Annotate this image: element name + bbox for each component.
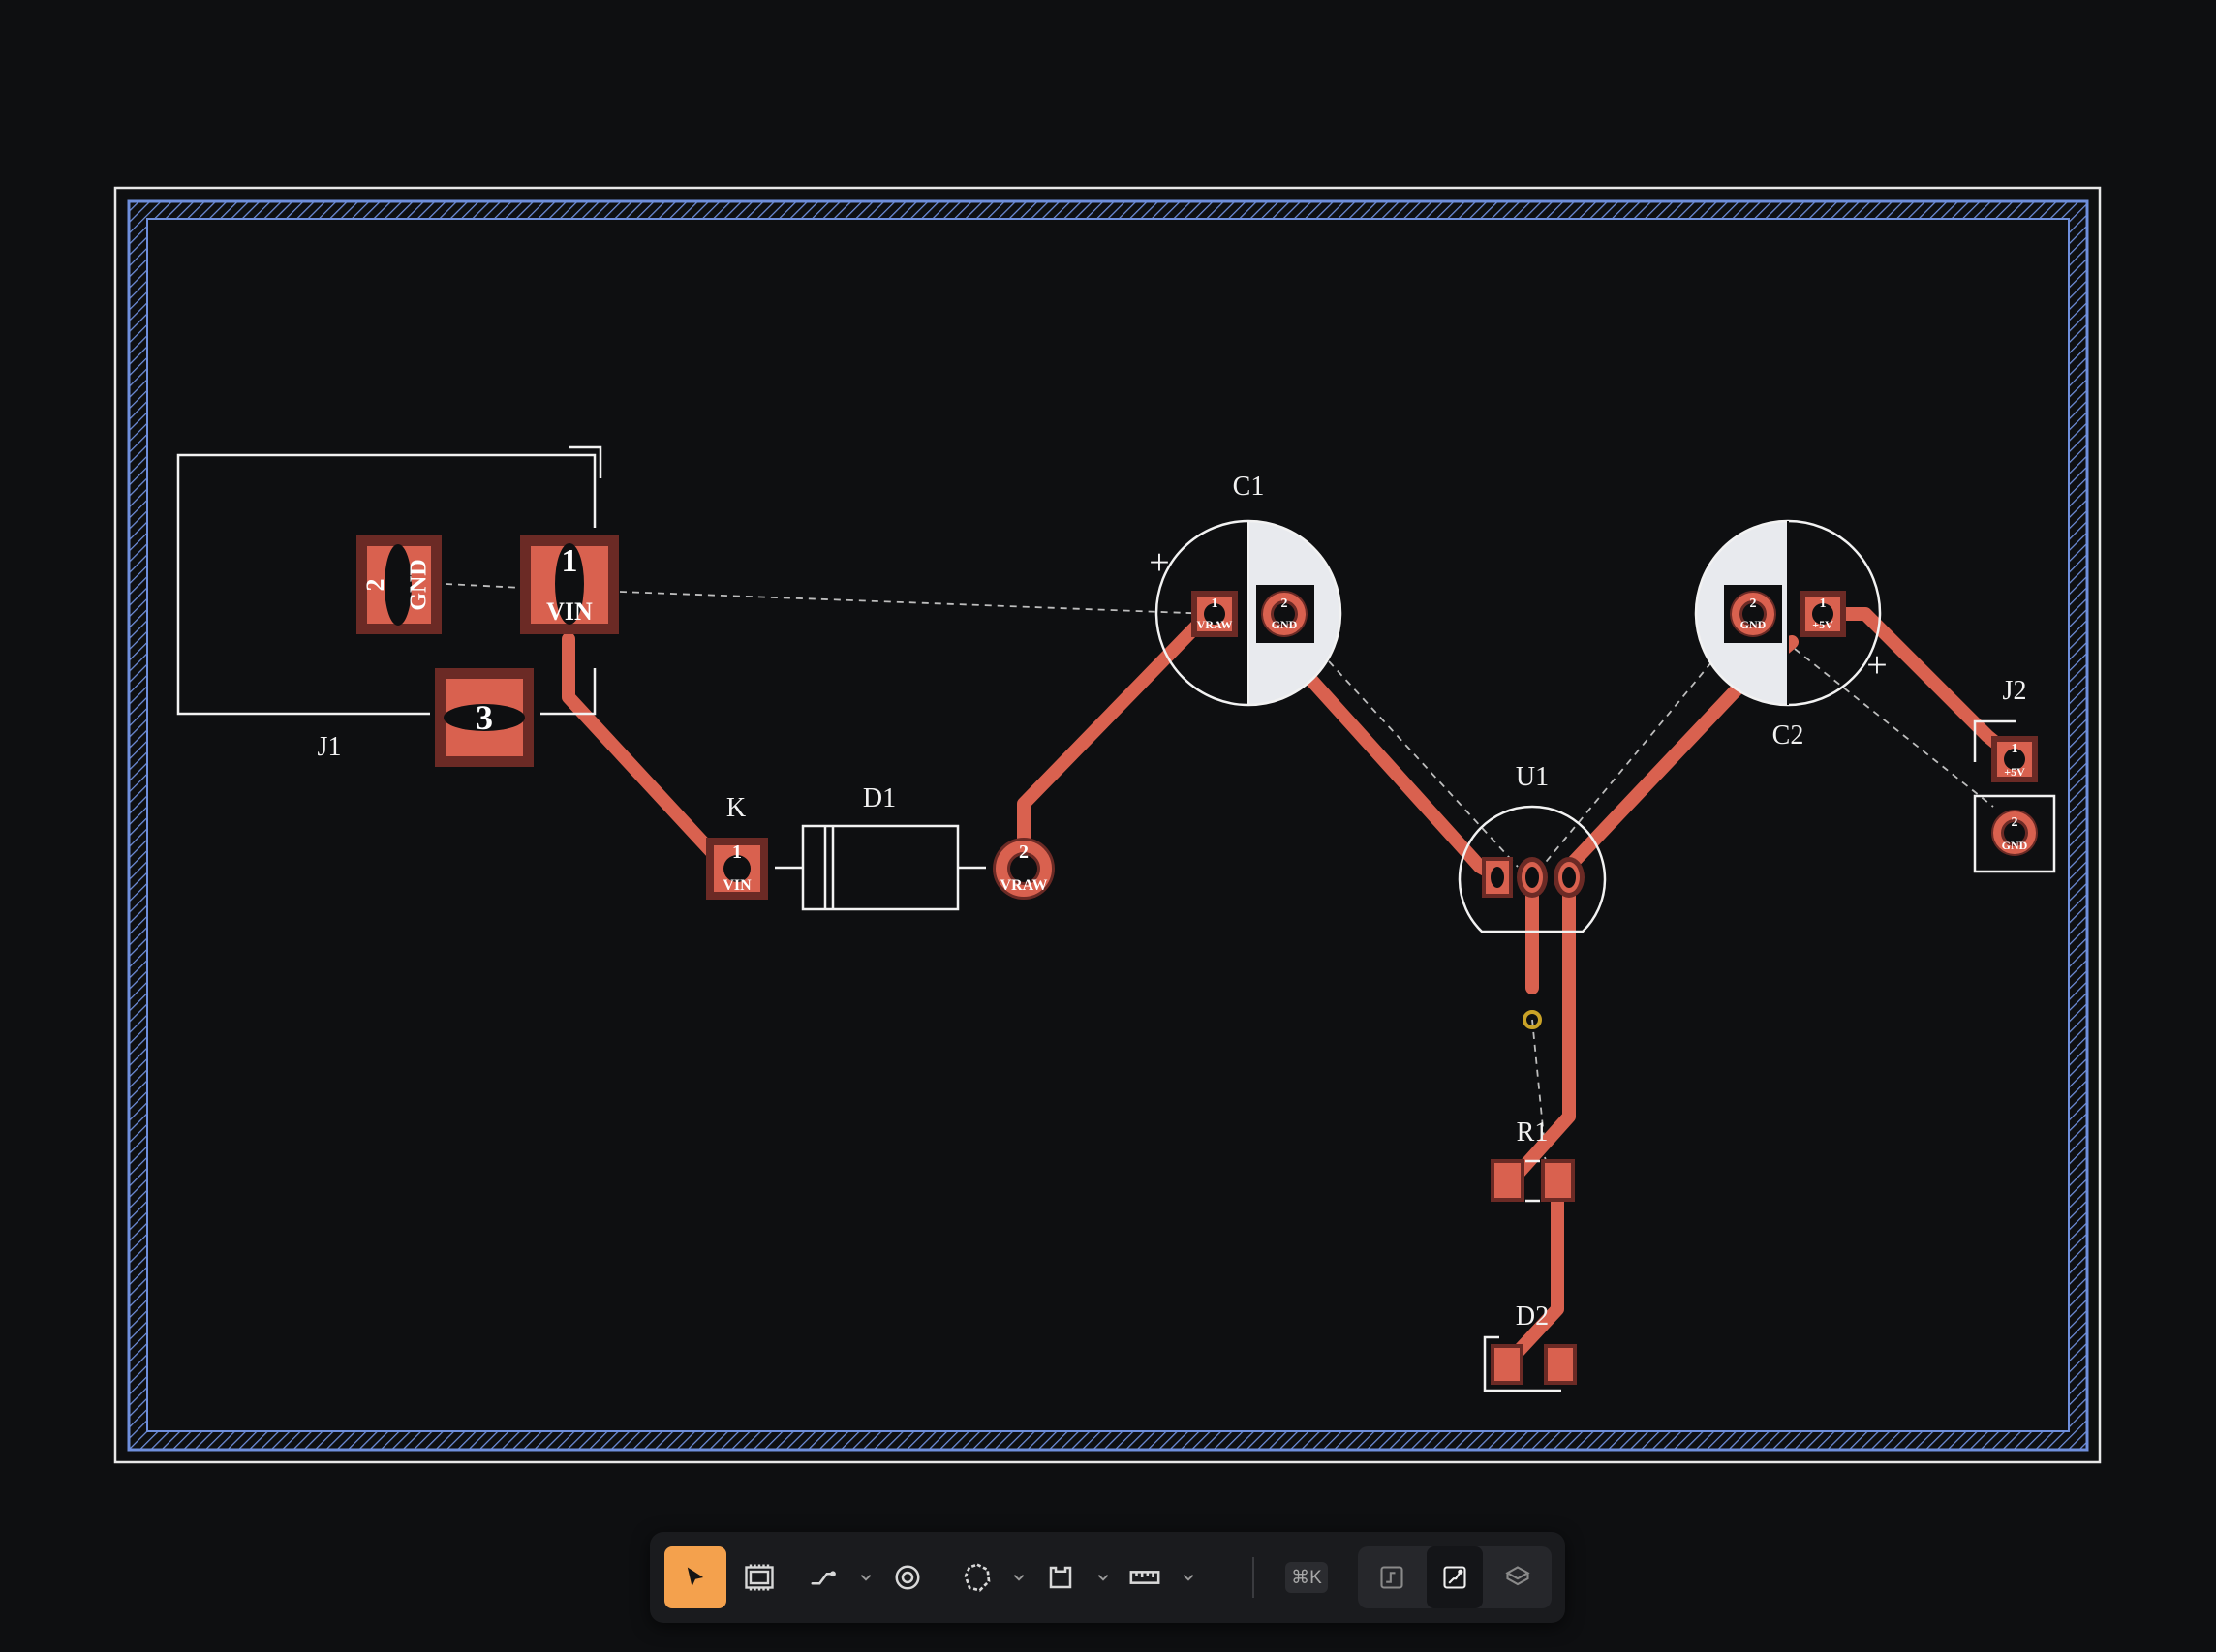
c2-pad-2-net: GND <box>1740 618 1767 631</box>
j2-pad-1-number: 1 <box>2012 742 2018 756</box>
polygon-zone-icon <box>964 1563 991 1592</box>
j1-pad-2[interactable]: 2 GND <box>356 535 442 634</box>
chevron-down-icon <box>1013 1575 1025 1581</box>
j2-footprint[interactable]: J2 1 +5V 2 GND <box>1973 676 2056 873</box>
c2-pad-1-number: 1 <box>1820 597 1827 611</box>
3d-view-button[interactable] <box>1490 1546 1546 1608</box>
c2-reference: C2 <box>1772 720 1804 750</box>
d1-pad-2[interactable]: 2 VRAW <box>993 838 1055 900</box>
c2-pad-2-number: 2 <box>1750 597 1757 611</box>
j2-pad-2-number: 2 <box>2012 815 2018 830</box>
route-trace-icon <box>811 1571 836 1585</box>
c1-reference: C1 <box>1233 472 1265 502</box>
j2-reference: J2 <box>2003 676 2027 706</box>
3d-cube-icon <box>1505 1566 1530 1586</box>
c2-pad-1[interactable]: 1 +5V <box>1800 591 1846 637</box>
c1-pad-2[interactable]: 2 GND <box>1256 585 1314 643</box>
d1-pad-1[interactable]: 1 VIN <box>706 838 768 900</box>
j1-pad-3[interactable]: 3 <box>435 668 534 767</box>
u1-reference: U1 <box>1516 762 1549 792</box>
via-ring-icon <box>895 1565 920 1590</box>
d2-pad-1[interactable] <box>1491 1344 1524 1385</box>
c1-pad-1-number: 1 <box>1212 597 1218 611</box>
board-outline <box>113 186 2102 1464</box>
d1-pad-1-net: VIN <box>723 877 752 894</box>
chip-icon <box>745 1564 774 1591</box>
c2-pad-1-net: +5V <box>1812 618 1833 631</box>
via-tool-button[interactable] <box>877 1546 939 1608</box>
d1-footprint[interactable]: K D1 1 VIN 2 VRAW <box>706 783 1055 911</box>
d2-pad-2[interactable] <box>1544 1344 1577 1385</box>
ruler-icon <box>1129 1571 1160 1584</box>
j2-pad-1-net: +5V <box>2004 765 2025 779</box>
d1-cathode-label: K <box>726 793 746 823</box>
measure-tool-dropdown[interactable] <box>1178 1546 1199 1608</box>
toolbar-divider <box>1252 1557 1254 1598</box>
pcb-view-button[interactable] <box>1427 1546 1483 1608</box>
c1-polarity-mark: + <box>1149 542 1169 583</box>
route-tool-button[interactable] <box>792 1546 854 1608</box>
d2-reference: D2 <box>1516 1301 1549 1331</box>
c1-pad-2-number: 2 <box>1281 597 1288 611</box>
j1-pad-1-number: 1 <box>562 543 578 579</box>
schematic-view-icon <box>1380 1566 1403 1589</box>
command-palette-shortcut[interactable]: ⌘K <box>1285 1562 1328 1593</box>
board-outline-icon <box>1049 1566 1072 1589</box>
j2-pad-2-net: GND <box>2002 839 2028 852</box>
j1-pad-2-number: 2 <box>361 579 389 592</box>
j1-footprint[interactable]: 2 GND 1 VIN 3 J1 <box>176 445 619 767</box>
d1-pad-2-net: VRAW <box>1000 877 1048 894</box>
chevron-down-icon <box>1183 1575 1194 1581</box>
u1-pad-3[interactable] <box>1554 857 1585 898</box>
c1-pad-1-net: VRAW <box>1197 618 1233 631</box>
schematic-view-button[interactable] <box>1364 1546 1420 1608</box>
j1-pad-1-net: VIN <box>546 597 593 626</box>
d1-pad-1-number: 1 <box>732 841 742 863</box>
c2-pad-2[interactable]: 2 GND <box>1724 585 1782 643</box>
j1-pad-3-number: 3 <box>476 698 493 737</box>
board-outline-dropdown[interactable] <box>1093 1546 1114 1608</box>
measure-tool-button[interactable] <box>1114 1546 1176 1608</box>
u1-pad-1[interactable] <box>1482 857 1513 898</box>
chevron-down-icon <box>860 1575 872 1581</box>
j1-pad-1[interactable]: 1 VIN <box>520 535 619 634</box>
board-outline-tool-button[interactable] <box>1030 1546 1092 1608</box>
view-mode-switcher <box>1358 1546 1552 1608</box>
select-tool-button[interactable] <box>664 1546 726 1608</box>
r1-pad-1[interactable] <box>1491 1159 1524 1202</box>
pcb-canvas[interactable]: 2 GND 1 VIN 3 J1 K D1 1 VIN 2 VRAW C1 + … <box>0 0 2216 1652</box>
r1-pad-2[interactable] <box>1541 1159 1575 1202</box>
j2-pad-2[interactable]: 2 GND <box>1991 810 2038 856</box>
route-tool-dropdown[interactable] <box>855 1546 877 1608</box>
zone-tool-button[interactable] <box>946 1546 1008 1608</box>
chevron-down-icon <box>1097 1575 1109 1581</box>
d1-reference: D1 <box>863 783 896 813</box>
pcb-view-icon <box>1443 1566 1466 1589</box>
c2-polarity-mark: + <box>1866 645 1887 686</box>
j1-reference: J1 <box>318 732 342 762</box>
c1-pad-1[interactable]: 1 VRAW <box>1191 591 1238 637</box>
d1-pad-2-number: 2 <box>1019 841 1029 863</box>
u1-pad-2[interactable] <box>1517 857 1548 898</box>
cursor-arrow-icon <box>687 1567 704 1587</box>
r1-reference: R1 <box>1517 1117 1549 1147</box>
j1-pad-2-net: GND <box>407 559 432 610</box>
c1-pad-2-net: GND <box>1272 618 1298 631</box>
zone-tool-dropdown[interactable] <box>1008 1546 1030 1608</box>
footprint-tool-button[interactable] <box>728 1546 790 1608</box>
j2-pad-1[interactable]: 1 +5V <box>1991 736 2038 782</box>
bottom-toolbar: ⌘K <box>650 1532 1565 1623</box>
c1-footprint[interactable]: C1 + 1 VRAW 2 GND <box>1149 472 1342 707</box>
